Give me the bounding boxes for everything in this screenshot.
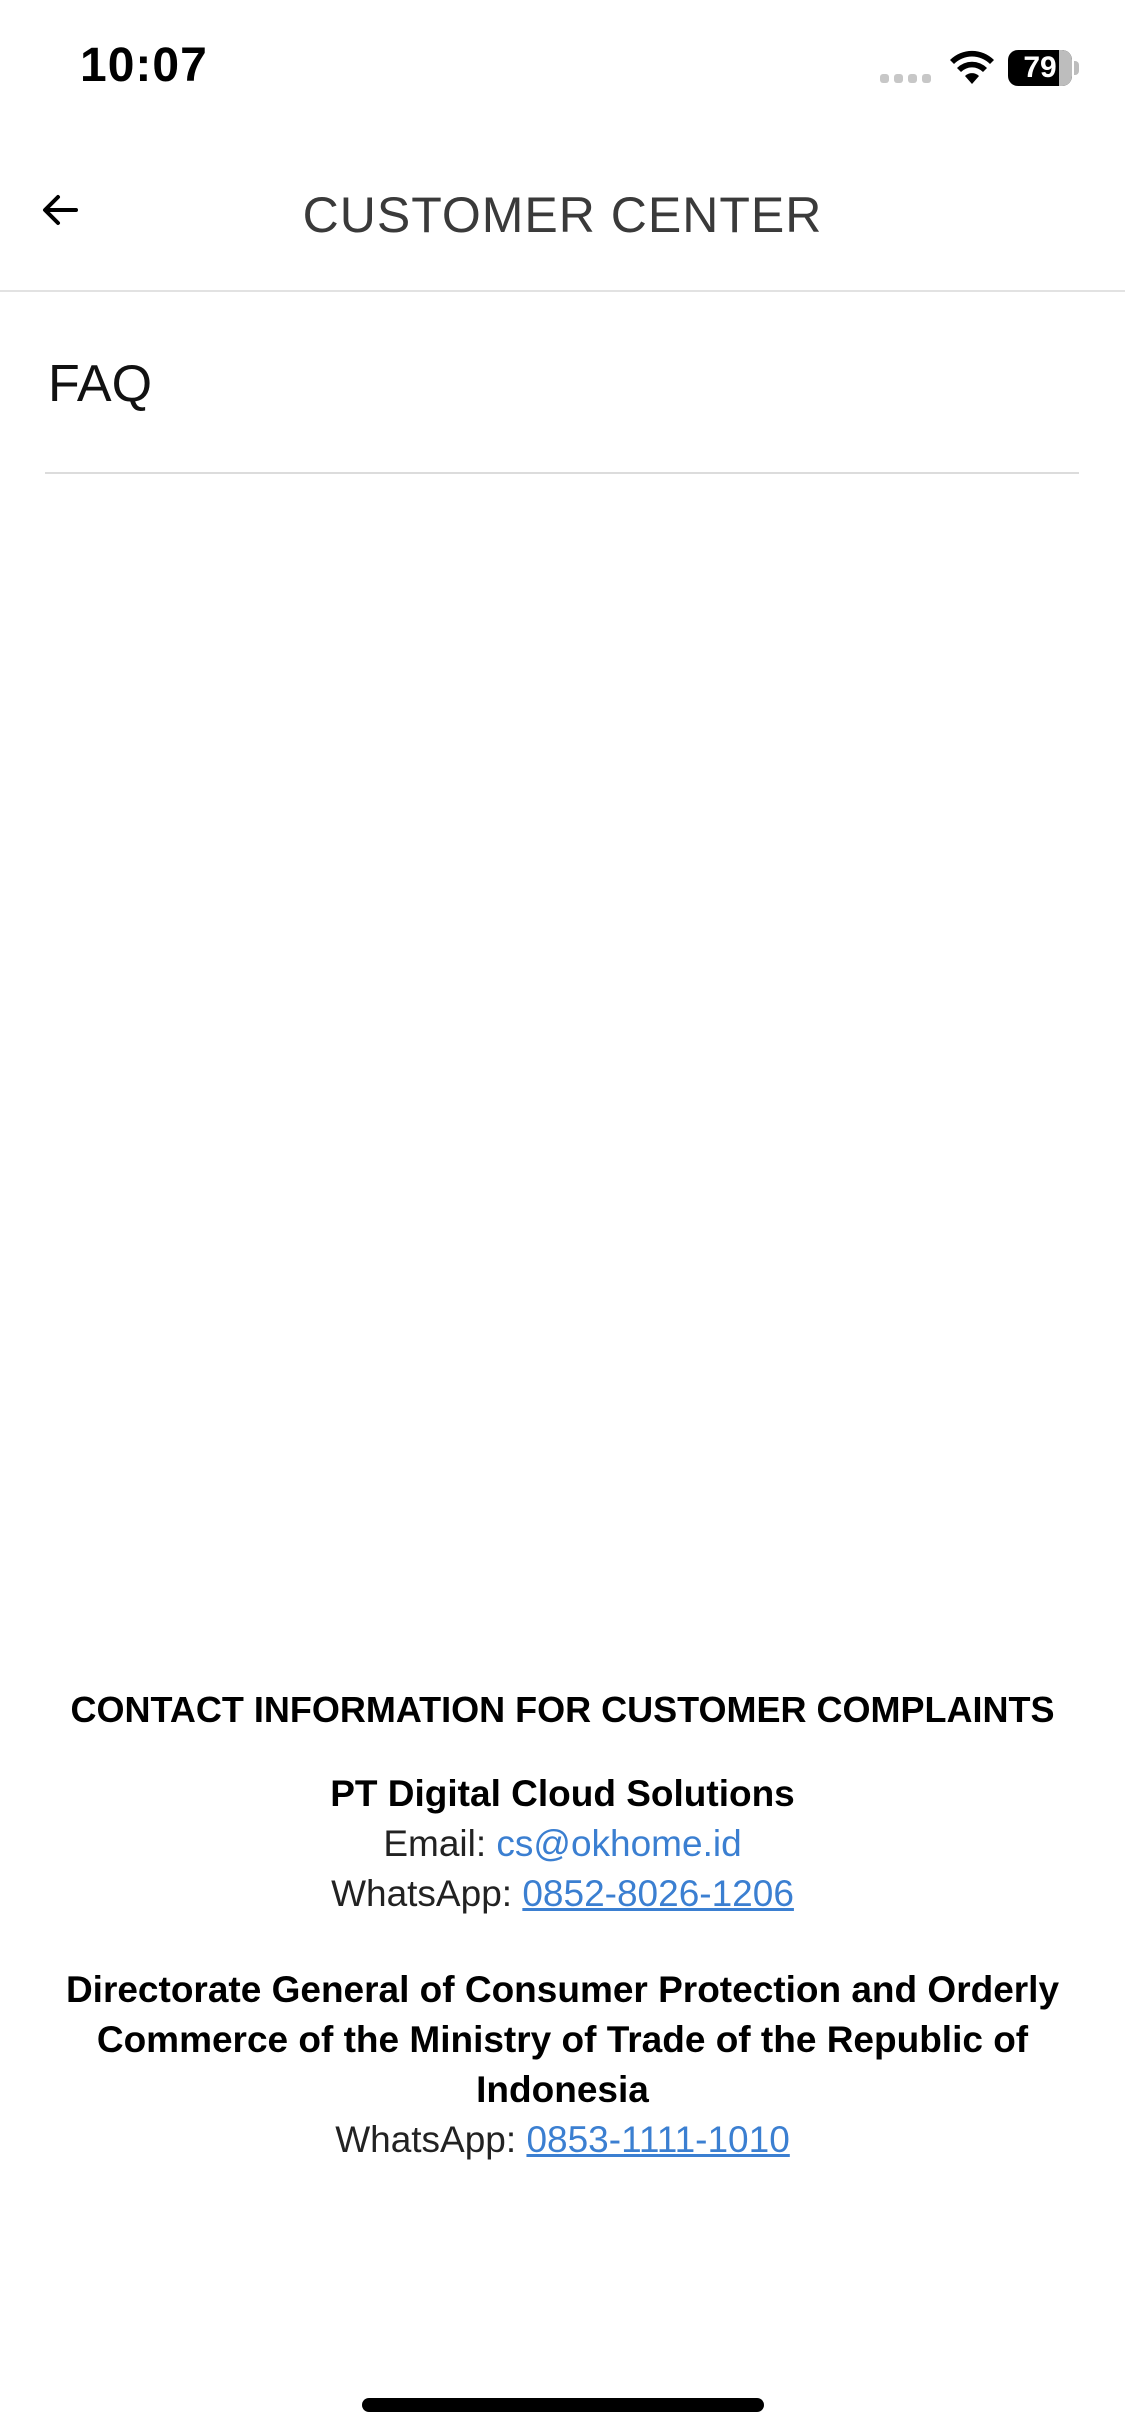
email-label: Email: (383, 1823, 497, 1864)
government-agency-name: Directorate General of Consumer Protecti… (65, 1969, 1060, 2110)
status-bar: 10:07 79 (0, 0, 1125, 140)
contact-heading: CONTACT INFORMATION FOR CUSTOMER COMPLAI… (70, 1689, 1055, 1730)
back-button[interactable] (30, 180, 90, 240)
arrow-left-icon (43, 195, 78, 225)
email-link[interactable]: cs@okhome.id (496, 1823, 741, 1864)
faq-list-item[interactable]: FAQ (45, 292, 1079, 474)
battery-icon: 79 (1008, 50, 1080, 86)
cellular-signal-icon (880, 74, 931, 83)
page-title: CUSTOMER CENTER (302, 187, 823, 243)
faq-label: FAQ (48, 355, 153, 413)
government-whatsapp-link[interactable]: 0853-1111-1010 (526, 2119, 789, 2160)
company-whatsapp-line: WhatsApp: 0852-8026-1206 (20, 1869, 1105, 1919)
wifi-icon (950, 50, 994, 84)
company-name: PT Digital Cloud Solutions (330, 1773, 795, 1814)
whatsapp-label: WhatsApp: (335, 2119, 527, 2160)
battery-level: 79 (1023, 51, 1057, 84)
contact-section: CONTACT INFORMATION FOR CUSTOMER COMPLAI… (20, 1685, 1105, 2165)
company-whatsapp-link[interactable]: 0852-8026-1206 (522, 1873, 794, 1914)
company-email-line: Email: cs@okhome.id (20, 1819, 1105, 1869)
government-whatsapp-line: WhatsApp: 0853-1111-1010 (20, 2115, 1105, 2165)
app-header: CUSTOMER CENTER (0, 140, 1125, 292)
home-indicator[interactable] (362, 2398, 764, 2412)
whatsapp-label: WhatsApp: (331, 1873, 523, 1914)
status-time: 10:07 (80, 39, 208, 92)
